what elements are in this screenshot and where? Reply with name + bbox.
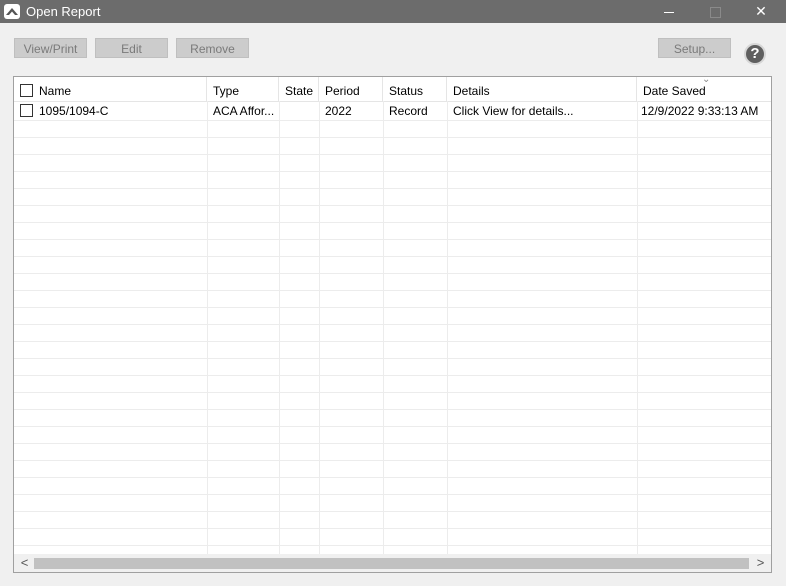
cell-details: Click View for details... <box>453 104 574 118</box>
column-header-row: Name Type State Period Status Details Da… <box>14 77 771 102</box>
column-header-name[interactable]: Name <box>14 77 207 101</box>
scrollbar-thumb[interactable] <box>34 558 749 569</box>
cell-status: Record <box>389 104 428 118</box>
column-divider <box>383 101 384 554</box>
column-header-details[interactable]: Details <box>447 77 637 101</box>
maximize-icon <box>709 6 721 18</box>
cell-date-saved: 12/9/2022 9:33:13 AM <box>641 104 759 118</box>
minimize-icon <box>664 11 674 13</box>
report-list[interactable]: Name Type State Period Status Details Da… <box>13 76 772 573</box>
table-row[interactable]: 1095/1094-C ACA Affor... 2022 Record Cli… <box>14 101 771 121</box>
scroll-left-icon[interactable]: < <box>16 554 33 572</box>
close-icon: ✕ <box>755 3 767 19</box>
edit-button[interactable]: Edit <box>95 38 168 58</box>
horizontal-scrollbar[interactable]: < > <box>14 554 771 572</box>
help-icon[interactable]: ? <box>744 43 766 65</box>
title-bar: Open Report ✕ <box>0 0 786 23</box>
column-divider <box>447 101 448 554</box>
column-divider <box>279 101 280 554</box>
column-divider <box>637 101 638 554</box>
maximize-button[interactable] <box>692 0 738 23</box>
column-header-type[interactable]: Type <box>207 77 279 101</box>
select-all-checkbox[interactable] <box>20 84 33 97</box>
setup-button[interactable]: Setup... <box>658 38 731 58</box>
window-title: Open Report <box>26 4 101 19</box>
column-header-state[interactable]: State <box>279 77 319 101</box>
cell-type: ACA Affor... <box>213 104 275 118</box>
view-print-button[interactable]: View/Print <box>14 38 87 58</box>
empty-grid-area <box>14 137 771 555</box>
cell-state <box>279 101 319 120</box>
scroll-right-icon[interactable]: > <box>752 554 769 572</box>
column-label-name: Name <box>39 84 72 98</box>
app-logo-icon[interactable] <box>4 4 20 19</box>
column-divider <box>207 101 208 554</box>
remove-button[interactable]: Remove <box>176 38 249 58</box>
cell-name: 1095/1094-C <box>14 101 207 120</box>
column-header-period[interactable]: Period <box>319 77 383 101</box>
column-divider <box>319 101 320 554</box>
close-button[interactable]: ✕ <box>738 0 784 23</box>
column-header-status[interactable]: Status <box>383 77 447 101</box>
minimize-button[interactable] <box>646 0 692 23</box>
row-name: 1095/1094-C <box>39 104 109 118</box>
row-checkbox[interactable] <box>20 104 33 117</box>
cell-period: 2022 <box>325 104 352 118</box>
sort-descending-icon: ⌄ <box>702 76 711 85</box>
